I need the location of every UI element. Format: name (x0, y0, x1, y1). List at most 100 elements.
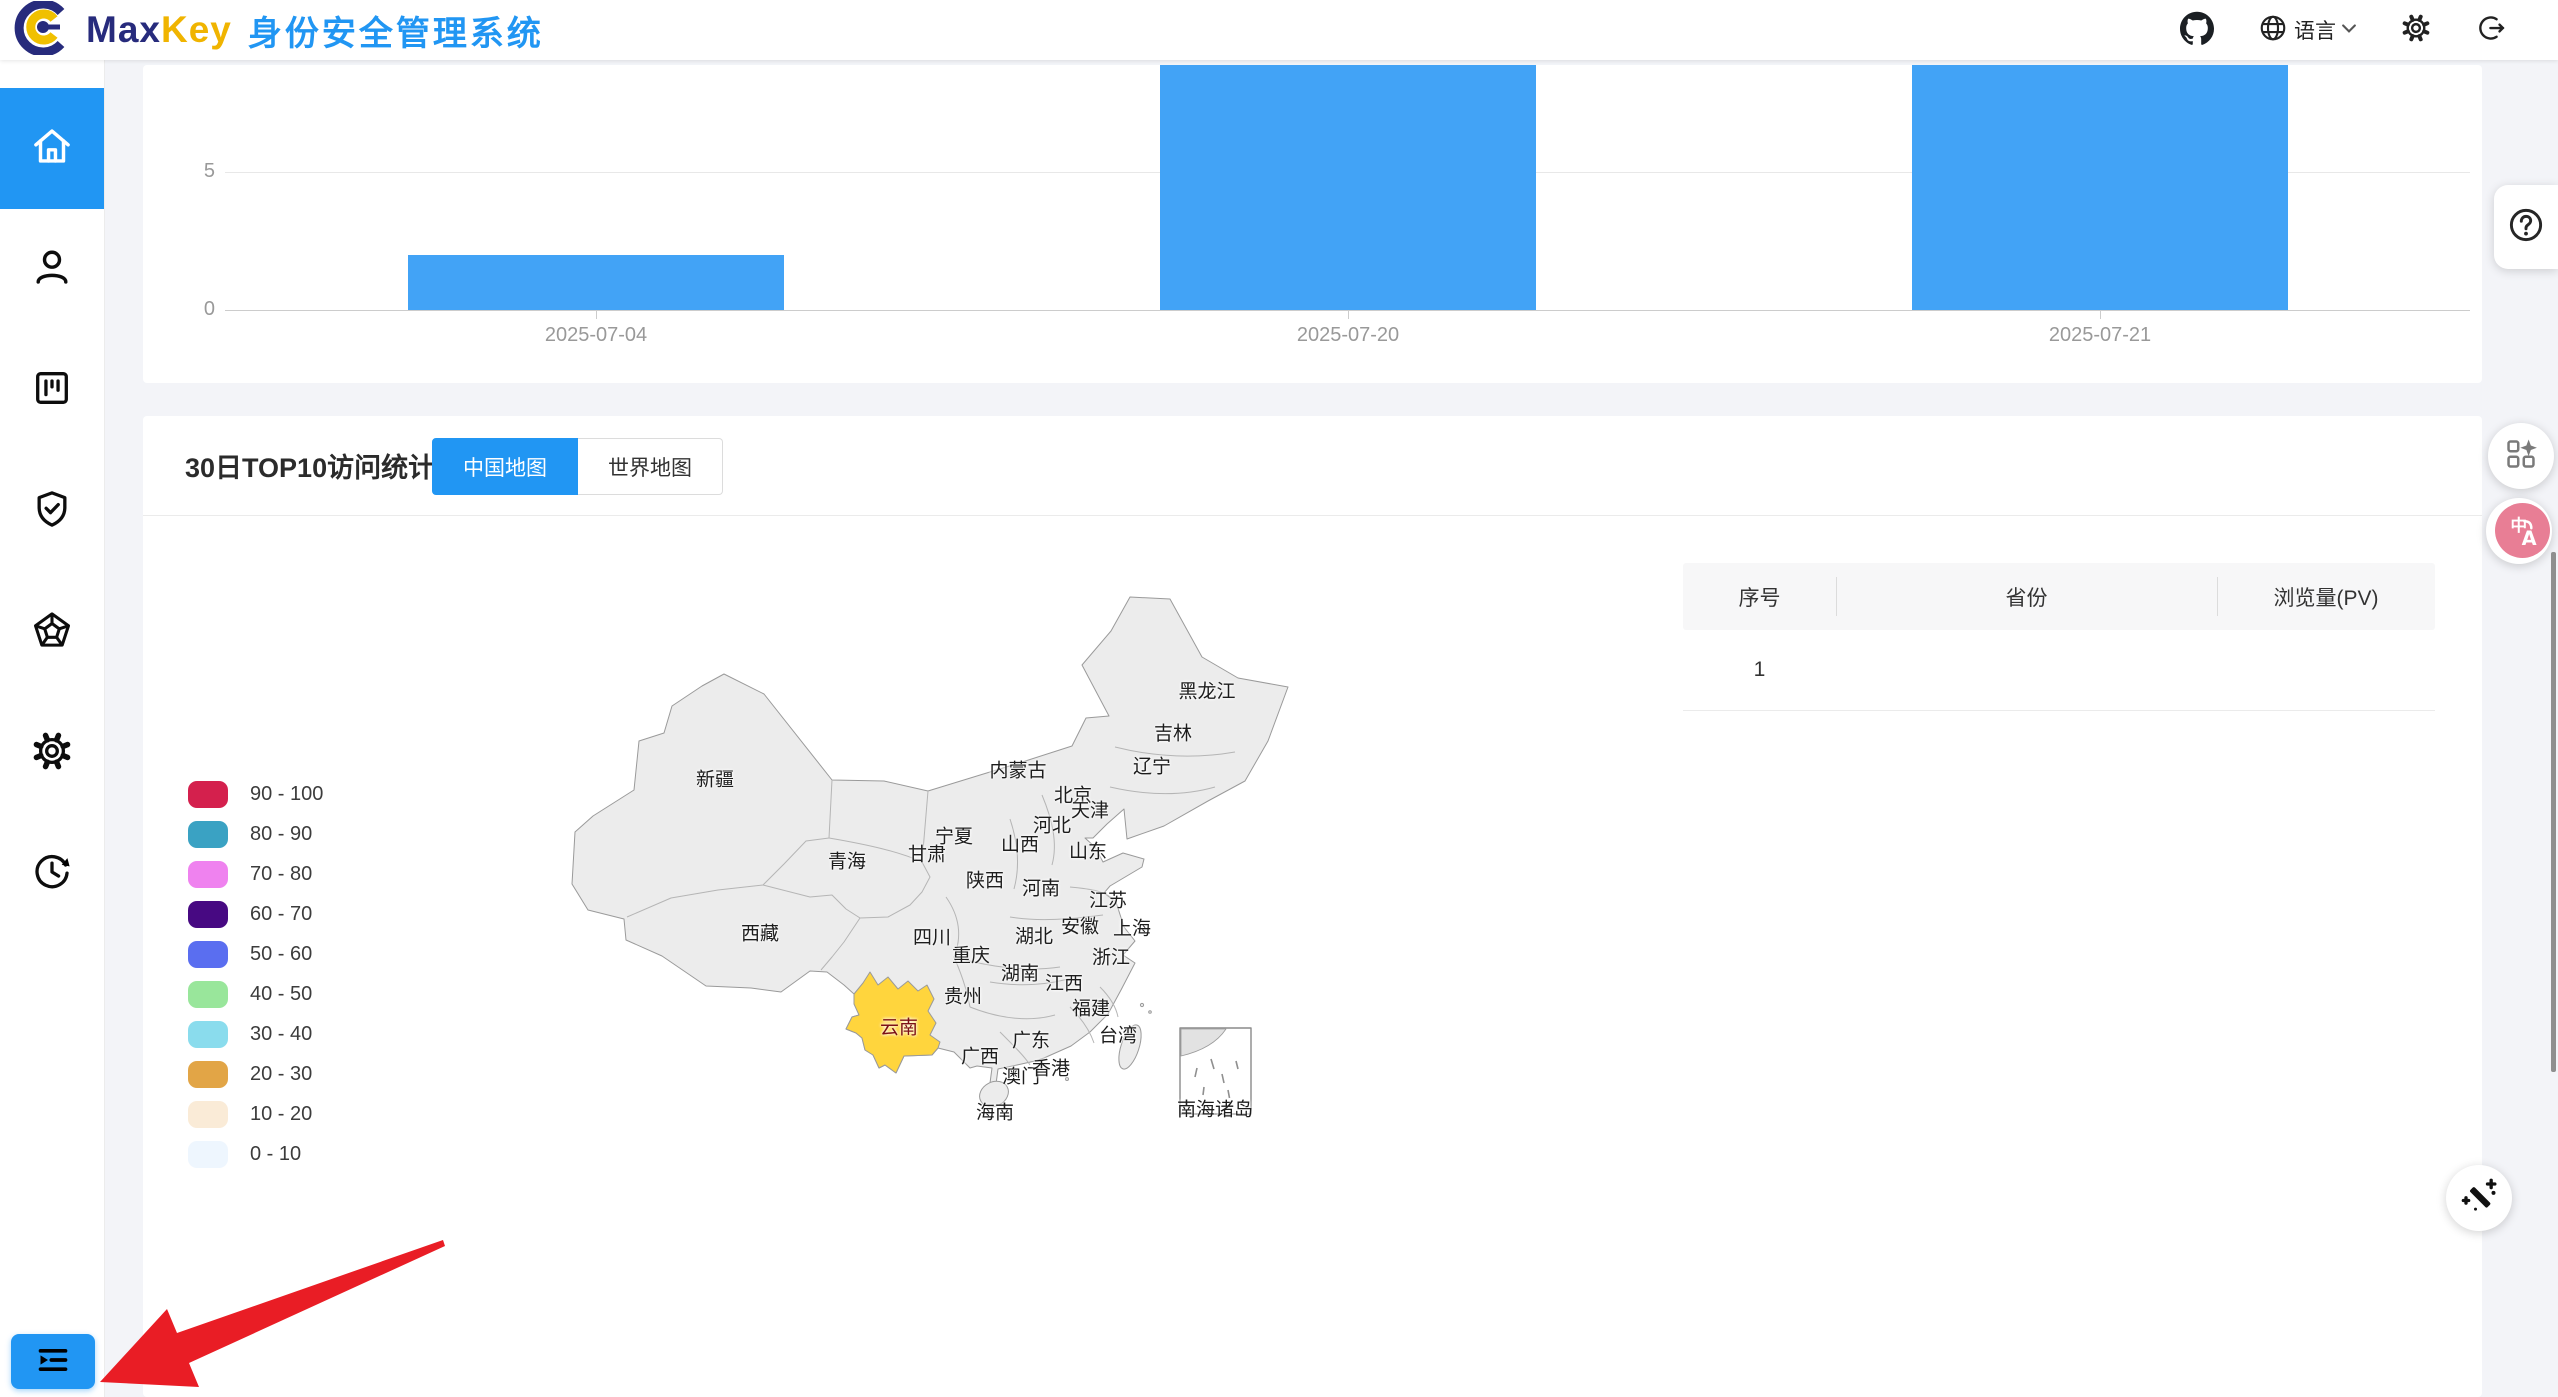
maxkey-logo-icon (14, 1, 78, 60)
legend-swatch (188, 1141, 228, 1168)
province-label-天津: 天津 (1071, 796, 1109, 823)
table-header: 序号省份浏览量(PV) (1683, 563, 2435, 630)
apps-sparkle-icon (2503, 436, 2539, 477)
extensions-button[interactable] (2488, 423, 2554, 489)
legend-swatch (188, 1061, 228, 1088)
province-label-甘肃: 甘肃 (908, 840, 946, 867)
legend-item[interactable]: 50 - 60 (188, 934, 323, 974)
help-button[interactable] (2494, 185, 2558, 269)
province-label-安徽: 安徽 (1061, 912, 1099, 939)
province-label-重庆: 重庆 (952, 941, 990, 968)
sidebar (0, 60, 105, 1397)
province-label-香港: 香港 (1032, 1054, 1070, 1081)
legend-label: 0 - 10 (250, 1143, 301, 1166)
province-label-陕西: 陕西 (966, 866, 1004, 893)
github-action[interactable] (2180, 11, 2214, 50)
province-label-辽宁: 辽宁 (1133, 752, 1171, 779)
sidebar-item-apps[interactable] (0, 330, 104, 451)
legend-label: 70 - 80 (250, 863, 312, 886)
tab-世界地图[interactable]: 世界地图 (578, 438, 723, 495)
language-label: 语言 (2294, 15, 2336, 45)
province-label-西藏: 西藏 (741, 919, 779, 946)
province-label-四川: 四川 (913, 923, 951, 950)
legend-item[interactable]: 0 - 10 (188, 1134, 323, 1174)
bar-2025-07-04 (408, 255, 784, 310)
bar-2025-07-21 (1912, 65, 2288, 310)
legend-swatch (188, 901, 228, 928)
legend-item[interactable]: 30 - 40 (188, 1014, 323, 1054)
bar-chart: 052025-07-042025-07-202025-07-21 (143, 65, 2482, 383)
legend-label: 10 - 20 (250, 1103, 312, 1126)
question-circle-icon (2507, 206, 2545, 249)
x-axis-label: 2025-07-04 (408, 324, 784, 347)
legend-label: 60 - 70 (250, 903, 312, 926)
province-label-广东: 广东 (1012, 1026, 1050, 1053)
legend-item[interactable]: 70 - 80 (188, 854, 323, 894)
home-icon (29, 123, 75, 174)
legend-swatch (188, 821, 228, 848)
settings-action[interactable] (2400, 12, 2432, 49)
sidebar-item-users[interactable] (0, 209, 104, 330)
language-action[interactable]: 语言 (2258, 13, 2356, 48)
project-board-icon (30, 366, 74, 415)
legend-swatch (188, 1021, 228, 1048)
sidebar-item-history[interactable] (0, 814, 104, 935)
sidebar-item-home[interactable] (0, 88, 104, 209)
page-title: 身份安全管理系统 (248, 6, 544, 55)
sidebar-item-security[interactable] (0, 451, 104, 572)
province-label-新疆: 新疆 (696, 765, 734, 792)
legend-swatch (188, 1101, 228, 1128)
legend-swatch (188, 981, 228, 1008)
legend-item[interactable]: 80 - 90 (188, 814, 323, 854)
gear-icon (2400, 12, 2432, 49)
province-label-上海: 上海 (1113, 914, 1151, 941)
province-label-吉林: 吉林 (1154, 719, 1192, 746)
legend-label: 30 - 40 (250, 1023, 312, 1046)
province-label-浙江: 浙江 (1092, 943, 1130, 970)
collapse-button[interactable] (11, 1334, 95, 1389)
legend-item[interactable]: 20 - 30 (188, 1054, 323, 1094)
province-label-福建: 福建 (1072, 994, 1110, 1021)
globe-icon (2258, 13, 2288, 48)
legend-item[interactable]: 40 - 50 (188, 974, 323, 1014)
svg-text:A: A (2521, 526, 2536, 548)
sidebar-item-settings[interactable] (0, 693, 104, 814)
divider (143, 515, 2482, 516)
legend-item[interactable]: 10 - 20 (188, 1094, 323, 1134)
legend-item[interactable]: 90 - 100 (188, 774, 323, 814)
map-legend: 90 - 100 80 - 90 70 - 80 60 - 70 50 - 60 40 -… (188, 774, 323, 1174)
x-axis-tick (1348, 311, 1349, 319)
brand-max: Max (86, 9, 161, 51)
column-header: 省份 (1836, 563, 2217, 630)
legend-label: 20 - 30 (250, 1063, 312, 1086)
logout-action[interactable] (2476, 13, 2506, 48)
x-axis-label: 2025-07-21 (1912, 324, 2288, 347)
province-label-南海诸岛: 南海诸岛 (1177, 1095, 1253, 1122)
province-label-江苏: 江苏 (1089, 886, 1127, 913)
province-label-湖北: 湖北 (1015, 922, 1053, 949)
column-header: 序号 (1683, 563, 1836, 630)
legend-label: 40 - 50 (250, 983, 312, 1006)
top10-table: 序号省份浏览量(PV)1 (1683, 563, 2435, 711)
legend-swatch (188, 861, 228, 888)
logout-icon (2476, 13, 2506, 48)
legend-item[interactable]: 60 - 70 (188, 894, 323, 934)
header-actions: 语言 (2180, 11, 2506, 50)
magic-wand-button[interactable] (2446, 1165, 2512, 1231)
menu-unfold-icon (33, 1340, 73, 1383)
translate-button[interactable]: 中 A (2486, 498, 2552, 564)
column-header: 浏览量(PV) (2217, 563, 2435, 630)
tab-中国地图[interactable]: 中国地图 (432, 438, 578, 495)
chevron-down-icon (2342, 21, 2356, 39)
province-label-江西: 江西 (1045, 969, 1083, 996)
x-axis-tick (2100, 311, 2101, 319)
legend-swatch (188, 941, 228, 968)
china-map[interactable]: 黑龙江吉林辽宁内蒙古北京天津河北山西山东新疆宁夏甘肃青海陕西河南江苏安徽上海湖北… (570, 587, 1290, 1157)
sidebar-item-reports[interactable] (0, 572, 104, 693)
province-label-内蒙古: 内蒙古 (989, 756, 1046, 783)
settings-gear-icon (30, 729, 74, 778)
legend-label: 90 - 100 (250, 783, 323, 806)
scrollbar-thumb[interactable] (2551, 552, 2556, 1072)
table-row[interactable]: 1 (1683, 630, 2435, 711)
province-label-台湾: 台湾 (1099, 1021, 1137, 1048)
